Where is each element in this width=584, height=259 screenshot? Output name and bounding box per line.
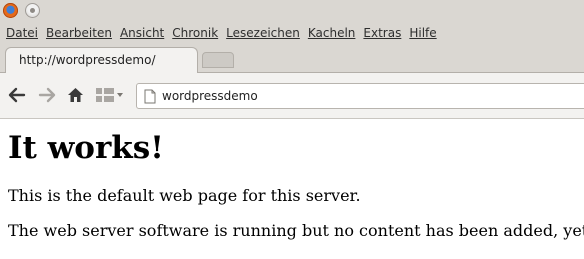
new-tab-button[interactable] xyxy=(202,52,234,68)
tab-active[interactable]: http://wordpressdemo/ xyxy=(5,47,198,73)
page-heading: It works! xyxy=(8,130,164,166)
menu-chronik[interactable]: Chronik xyxy=(172,26,218,40)
url-bar[interactable]: wordpressdemo xyxy=(136,83,584,109)
page-icon xyxy=(144,89,156,108)
tab-strip: http://wordpressdemo/ xyxy=(0,44,584,73)
page-paragraph-1: This is the default web page for this se… xyxy=(8,186,361,205)
menu-lesezeichen[interactable]: Lesezeichen xyxy=(226,26,300,40)
home-icon[interactable] xyxy=(67,87,84,107)
minimize-icon[interactable] xyxy=(25,3,40,18)
navigation-bar: wordpressdemo xyxy=(0,73,584,119)
grid-view-icon[interactable] xyxy=(95,87,125,107)
page-content: It works! This is the default web page f… xyxy=(8,119,584,240)
menu-bearbeiten[interactable]: Bearbeiten xyxy=(46,26,112,40)
title-bar xyxy=(0,0,584,22)
arrow-left-icon[interactable] xyxy=(8,87,26,107)
menu-kacheln[interactable]: Kacheln xyxy=(308,26,356,40)
menu-hilfe[interactable]: Hilfe xyxy=(409,26,436,40)
url-text: wordpressdemo xyxy=(162,89,258,103)
tab-title: http://wordpressdemo/ xyxy=(19,53,156,67)
menu-bar: Datei Bearbeiten Ansicht Chronik Lesezei… xyxy=(0,22,584,44)
menu-extras[interactable]: Extras xyxy=(363,26,401,40)
menu-datei[interactable]: Datei xyxy=(6,26,38,40)
menu-ansicht[interactable]: Ansicht xyxy=(120,26,164,40)
arrow-right-icon[interactable] xyxy=(38,87,56,107)
firefox-icon[interactable] xyxy=(3,3,18,18)
page-paragraph-2: The web server software is running but n… xyxy=(8,221,584,240)
